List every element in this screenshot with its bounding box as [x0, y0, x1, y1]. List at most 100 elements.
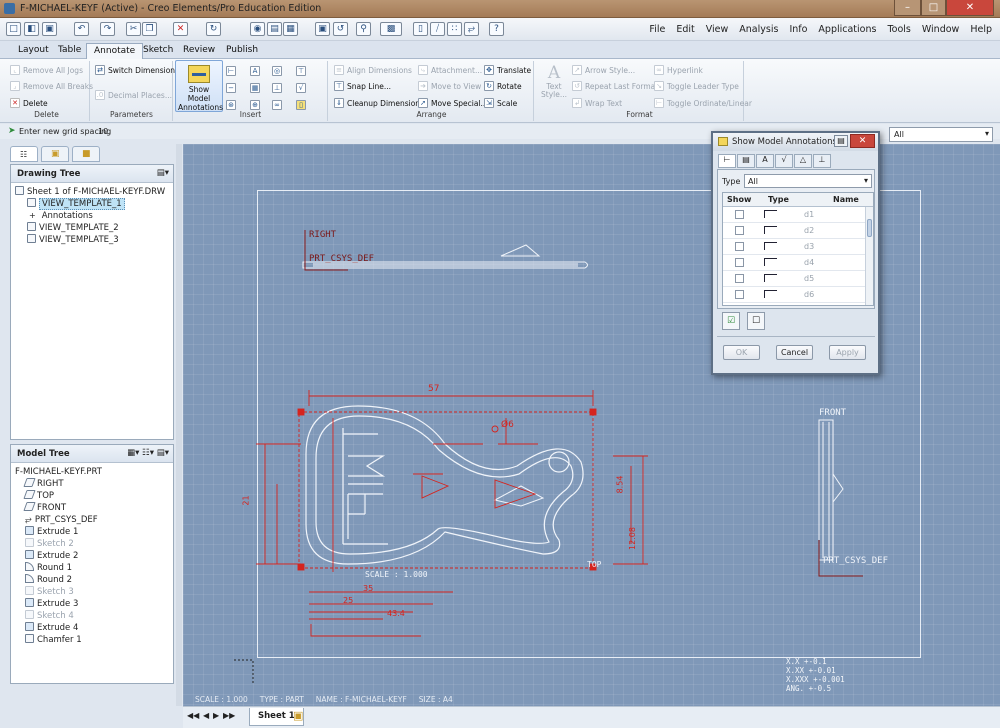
help-context-icon[interactable]: ?	[489, 22, 504, 36]
attachment-button[interactable]: ⤷ Attachment...	[418, 65, 482, 75]
tab-datums[interactable]: ⊥	[813, 154, 831, 168]
tree-item-sketch-3[interactable]: Sketch 3	[15, 586, 171, 598]
surface-finish-icon[interactable]: √	[296, 83, 306, 93]
dimension-height-a[interactable]: 8.54	[615, 476, 624, 494]
reference-dimension-icon[interactable]: −	[226, 83, 236, 93]
show-checkbox[interactable]	[735, 210, 744, 219]
datum-plane-icon[interactable]: ▯	[413, 22, 428, 36]
regenerate-icon[interactable]: ↻	[206, 22, 221, 36]
tree-item-extrude-1[interactable]: Extrude 1	[15, 526, 171, 538]
cut-icon[interactable]: ✂	[126, 22, 141, 36]
prev-sheet-icon[interactable]: ◀	[203, 711, 209, 720]
show-checkbox[interactable]	[735, 274, 744, 283]
wrap-text-button[interactable]: ↲ Wrap Text	[572, 98, 622, 108]
last-sheet-icon[interactable]: ▶▶	[223, 711, 235, 720]
menu-help[interactable]: Help	[970, 24, 992, 35]
tree-item-right[interactable]: RIGHT	[15, 478, 171, 490]
layer-icon[interactable]: ▤	[267, 22, 282, 36]
dialog-close-button[interactable]: ✕	[850, 134, 875, 148]
apply-button[interactable]: Apply	[829, 345, 866, 360]
tree-item-extrude-4[interactable]: Extrude 4	[15, 622, 171, 634]
tab-notes[interactable]: A	[756, 154, 774, 168]
cleanup-dimensions-button[interactable]: ⇓ Cleanup Dimensions	[334, 98, 424, 108]
binoculars-icon[interactable]: ◉	[250, 22, 265, 36]
tree-item-sheet[interactable]: Sheet 1 of F-MICHAEL-KEYF.DRW	[15, 186, 171, 198]
tree-item-round-2[interactable]: Round 2	[15, 574, 171, 586]
tree-item-csys[interactable]: ⥂ PRT_CSYS_DEF	[15, 514, 171, 526]
column-type[interactable]: Type	[768, 195, 789, 204]
show-checkbox[interactable]	[735, 242, 744, 251]
ordinate-icon[interactable]: ⊤	[296, 66, 306, 76]
balloon-icon[interactable]: ◎	[272, 66, 282, 76]
orient-icon[interactable]: ↺	[333, 22, 348, 36]
close-button[interactable]: ✕	[946, 0, 994, 16]
table-row[interactable]: d4	[723, 255, 865, 271]
scrollbar-thumb[interactable]	[867, 219, 872, 237]
delete-icon[interactable]: ✕	[173, 22, 188, 36]
dimension-bottom-a[interactable]: 43.4	[387, 609, 405, 618]
delete-button[interactable]: ✕ Delete	[10, 98, 48, 108]
tree-item-chamfer-1[interactable]: Chamfer 1	[15, 634, 171, 646]
dimension-width[interactable]: 57	[428, 384, 439, 394]
datum-target-icon[interactable]: ⊕	[250, 100, 260, 110]
tree-item-view-template-1[interactable]: VIEW_TEMPLATE_1	[15, 198, 171, 210]
tree-item-part[interactable]: F-MICHAEL-KEYF.PRT	[15, 466, 171, 478]
display-style-icon[interactable]: ▩	[380, 22, 402, 36]
ok-button[interactable]: OK	[723, 345, 760, 360]
repeat-last-format-button[interactable]: ↺ Repeat Last Format	[572, 81, 658, 91]
expand-icon[interactable]: +	[29, 211, 36, 220]
add-sheet-icon[interactable]: ▣	[293, 709, 303, 722]
dimension-height-b[interactable]: 12.08	[628, 527, 637, 550]
tree-item-view-template-3[interactable]: VIEW_TEMPLATE_3	[15, 234, 171, 246]
show-checkbox[interactable]	[735, 226, 744, 235]
show-model-annotations-button[interactable]: Show Model Annotations	[175, 60, 223, 112]
snap-line-button[interactable]: ⊤ Snap Line...	[334, 81, 391, 91]
dimension-bottom-b[interactable]: 25	[343, 596, 353, 605]
model-tree-settings-icon[interactable]: ▦▾ ☷▾ ▤▾	[127, 448, 169, 458]
text-style-button[interactable]: A Text Style...	[540, 63, 568, 107]
tab-symbols[interactable]: △	[794, 154, 812, 168]
tab-gtols[interactable]: ▤	[737, 154, 755, 168]
column-show[interactable]: Show	[727, 195, 751, 204]
tree-item-round-1[interactable]: Round 1	[15, 562, 171, 574]
open-file-icon[interactable]: ◧	[24, 22, 39, 36]
show-checkbox[interactable]	[735, 290, 744, 299]
tree-item-sketch-4[interactable]: Sketch 4	[15, 610, 171, 622]
selection-filter[interactable]: All ▾	[889, 127, 993, 142]
redo-icon[interactable]: ↷	[100, 22, 115, 36]
toggle-ordinate-linear-button[interactable]: ⊢ Toggle Ordinate/Linear	[654, 98, 752, 108]
menu-view[interactable]: View	[706, 24, 729, 35]
menu-window[interactable]: Window	[922, 24, 959, 35]
tab-surface-finish[interactable]: √	[775, 154, 793, 168]
dimension-left-a[interactable]: 21	[242, 495, 251, 505]
new-dimension-icon[interactable]: ⊢	[226, 66, 236, 76]
tree-item-top[interactable]: TOP	[15, 490, 171, 502]
move-special-button[interactable]: ➚ Move Special...	[418, 98, 488, 108]
tree-item-extrude-2[interactable]: Extrude 2	[15, 550, 171, 562]
table-row[interactable]: d6	[723, 287, 865, 303]
remove-all-jogs-button[interactable]: ⌞ Remove All Jogs	[10, 65, 83, 75]
select-icon[interactable]: ▦	[283, 22, 298, 36]
copy-icon[interactable]: ❐	[142, 22, 157, 36]
repaint-icon[interactable]: ▣	[315, 22, 330, 36]
decimal-places-button[interactable]: .0 Decimal Places...	[95, 90, 172, 100]
switch-dimensions-button[interactable]: ⇄ Switch Dimensions	[95, 65, 179, 75]
table-scrollbar[interactable]	[865, 207, 873, 305]
tab-layout[interactable]: Layout	[11, 43, 56, 59]
menu-edit[interactable]: Edit	[676, 24, 694, 35]
column-name[interactable]: Name	[833, 195, 859, 204]
menu-info[interactable]: Info	[789, 24, 807, 35]
menu-tools[interactable]: Tools	[887, 24, 910, 35]
save-icon[interactable]: ▣	[42, 22, 57, 36]
note-icon[interactable]: A	[250, 66, 260, 76]
new-file-icon[interactable]: □	[6, 22, 21, 36]
type-select[interactable]: All ▾	[744, 174, 872, 188]
cosmetic-icon[interactable]: ▯	[296, 100, 306, 110]
show-checkbox[interactable]	[735, 258, 744, 267]
datum-axis-icon[interactable]: ⧸	[430, 22, 445, 36]
dimension-bottom-c[interactable]: 35	[363, 584, 373, 593]
panel-splitter[interactable]	[176, 144, 182, 706]
weld-icon[interactable]: ∞	[272, 100, 282, 110]
tab-table[interactable]: Table	[51, 43, 88, 59]
hyperlink-button[interactable]: ∞ Hyperlink	[654, 65, 703, 75]
